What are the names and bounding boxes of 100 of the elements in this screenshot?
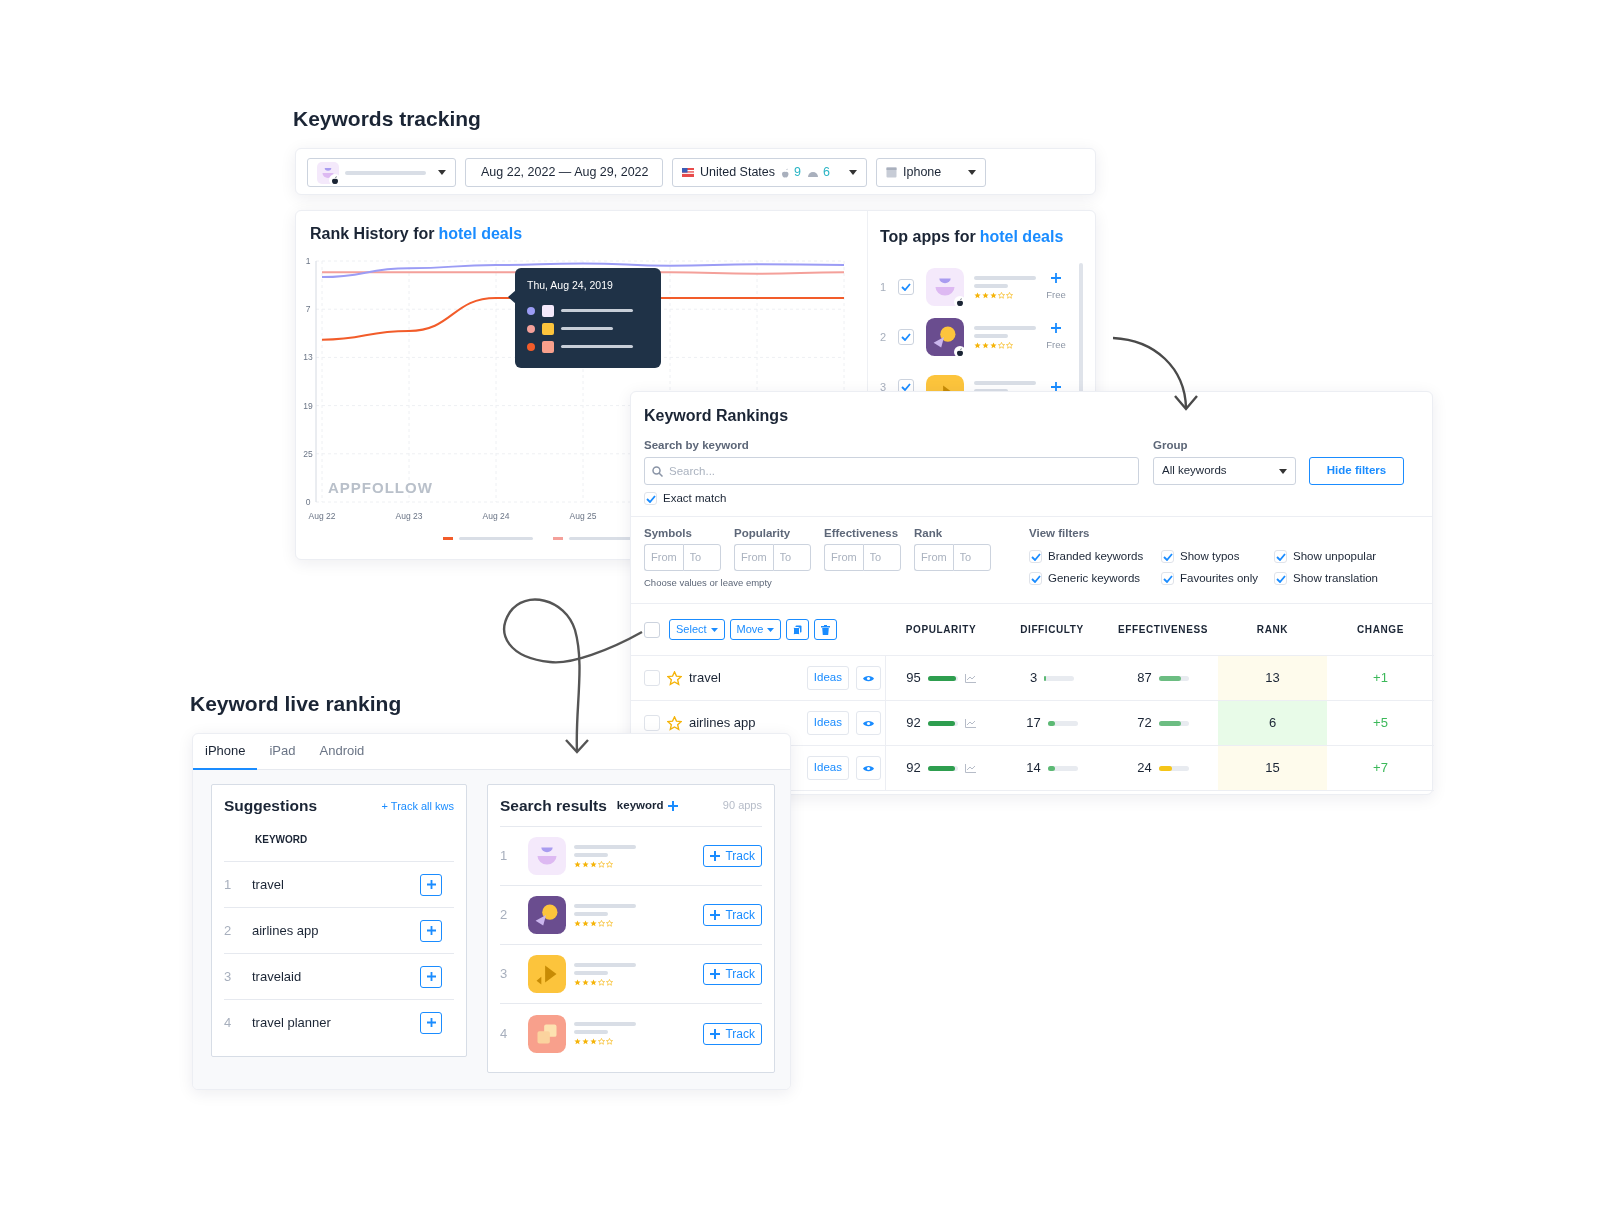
- track-button[interactable]: Track: [703, 963, 762, 985]
- checkbox[interactable]: [1161, 550, 1174, 564]
- ideas-button[interactable]: Ideas: [806, 666, 849, 690]
- keyword-link[interactable]: keyword: [616, 796, 678, 815]
- ideas-button[interactable]: Ideas: [806, 711, 849, 735]
- checkbox[interactable]: [1029, 572, 1042, 586]
- checkbox[interactable]: [644, 492, 657, 506]
- axis-label: Aug 22: [308, 511, 336, 521]
- track-button[interactable]: Track: [703, 1022, 762, 1045]
- checkmark-icon: [645, 494, 656, 503]
- view-button[interactable]: [856, 666, 881, 690]
- tab[interactable]: iPad: [257, 734, 308, 770]
- add-button[interactable]: [420, 1011, 442, 1034]
- ideas-button[interactable]: Ideas: [806, 756, 849, 780]
- text-placeholder: [574, 962, 636, 967]
- text-placeholder: [574, 844, 636, 849]
- view-button[interactable]: [856, 711, 881, 735]
- track-all-link[interactable]: + Track all kws: [381, 797, 454, 815]
- checkmark-icon: [1030, 574, 1041, 583]
- checkbox-label: Favourites only: [1180, 571, 1258, 587]
- rank-number: 4: [224, 1013, 233, 1032]
- add-button[interactable]: [1050, 321, 1062, 334]
- column-header: POPULARITY: [886, 604, 996, 656]
- delete-button[interactable]: [814, 619, 838, 640]
- axis-label: 13: [303, 352, 313, 363]
- caret-icon: [968, 170, 976, 175]
- plus-icon: [425, 971, 437, 982]
- group-select[interactable]: All keywords: [1153, 457, 1296, 485]
- rank-number: 1: [880, 279, 888, 295]
- add-button[interactable]: [420, 965, 442, 988]
- text-placeholder: [574, 852, 608, 857]
- trend-icon[interactable]: [964, 763, 976, 773]
- view-button[interactable]: [856, 756, 881, 780]
- trend-icon[interactable]: [964, 718, 976, 728]
- select-button[interactable]: Select: [669, 619, 725, 640]
- checkbox[interactable]: [1274, 550, 1287, 564]
- to-field[interactable]: To: [682, 544, 721, 571]
- checkbox-label: Show typos: [1180, 549, 1240, 564]
- cell-value: 92: [906, 759, 921, 778]
- move-button[interactable]: Move: [729, 619, 782, 640]
- rank-number: 3: [880, 379, 888, 392]
- brand-text: APPFOLLOW: [328, 479, 433, 496]
- axis-label: Aug 23: [395, 511, 423, 521]
- column-header: EFFECTIVENESS: [1108, 604, 1218, 656]
- checkbox[interactable]: [1274, 572, 1287, 586]
- checkbox-label: Generic keywords: [1048, 571, 1141, 587]
- rank-cell: 15: [1218, 746, 1327, 791]
- change-value: +1: [1327, 656, 1434, 701]
- add-button[interactable]: [1050, 271, 1062, 284]
- checkbox[interactable]: [644, 670, 660, 686]
- checkbox[interactable]: [644, 621, 660, 638]
- checkbox[interactable]: [1029, 550, 1042, 564]
- platform-icon: [781, 167, 791, 178]
- eye-icon: [863, 674, 874, 682]
- checkmark-icon: [901, 383, 911, 391]
- plus-icon: [710, 1028, 721, 1039]
- app-select[interactable]: [307, 158, 456, 187]
- to-field[interactable]: To: [952, 544, 991, 571]
- country-select[interactable]: United States 9 6: [672, 158, 867, 187]
- caret-icon: [710, 627, 718, 632]
- axis-label: Aug 24: [482, 511, 510, 521]
- device-select[interactable]: Iphone: [876, 158, 986, 187]
- to-field[interactable]: To: [772, 544, 811, 571]
- trend-icon[interactable]: [964, 673, 976, 683]
- hide-filters-button[interactable]: Hide filters: [1309, 457, 1404, 485]
- date-select[interactable]: Aug 22, 2022 — Aug 29, 2022: [465, 158, 663, 187]
- add-button[interactable]: [420, 873, 442, 896]
- checkbox[interactable]: [898, 329, 914, 345]
- star-icon[interactable]: [667, 715, 682, 731]
- tab[interactable]: Android: [307, 734, 377, 770]
- change-value: +7: [1327, 746, 1434, 791]
- checkbox[interactable]: [644, 715, 660, 731]
- field-label: Rank: [914, 526, 944, 541]
- rank-number: 2: [224, 921, 233, 940]
- axis-label: 0: [305, 497, 311, 507]
- star-icon[interactable]: [667, 670, 682, 686]
- track-button[interactable]: Track: [703, 904, 762, 926]
- checkbox[interactable]: [1161, 572, 1174, 586]
- field-label: Popularity: [734, 526, 792, 541]
- search-field[interactable]: Search...: [644, 457, 1139, 485]
- from-field[interactable]: From: [914, 544, 953, 571]
- to-field[interactable]: To: [862, 544, 901, 571]
- track-button[interactable]: Track: [703, 845, 762, 867]
- checkmark-icon: [1030, 552, 1041, 561]
- text-placeholder: [974, 381, 1036, 385]
- plus-icon: [425, 1017, 437, 1028]
- price-label: Free: [1046, 287, 1066, 302]
- dot-icon: [527, 306, 535, 315]
- from-field[interactable]: From: [824, 544, 863, 571]
- copy-button[interactable]: [786, 619, 810, 640]
- from-field[interactable]: From: [644, 544, 683, 571]
- from-field[interactable]: From: [734, 544, 773, 571]
- add-button[interactable]: [1050, 381, 1062, 392]
- text-placeholder: [574, 1022, 636, 1026]
- checkbox-label: Exact match: [663, 491, 727, 506]
- text-placeholder: [974, 283, 1008, 288]
- add-button[interactable]: [420, 919, 442, 942]
- checkbox[interactable]: [898, 279, 914, 295]
- eye-icon: [863, 764, 874, 772]
- scrollbar[interactable]: [1079, 263, 1083, 393]
